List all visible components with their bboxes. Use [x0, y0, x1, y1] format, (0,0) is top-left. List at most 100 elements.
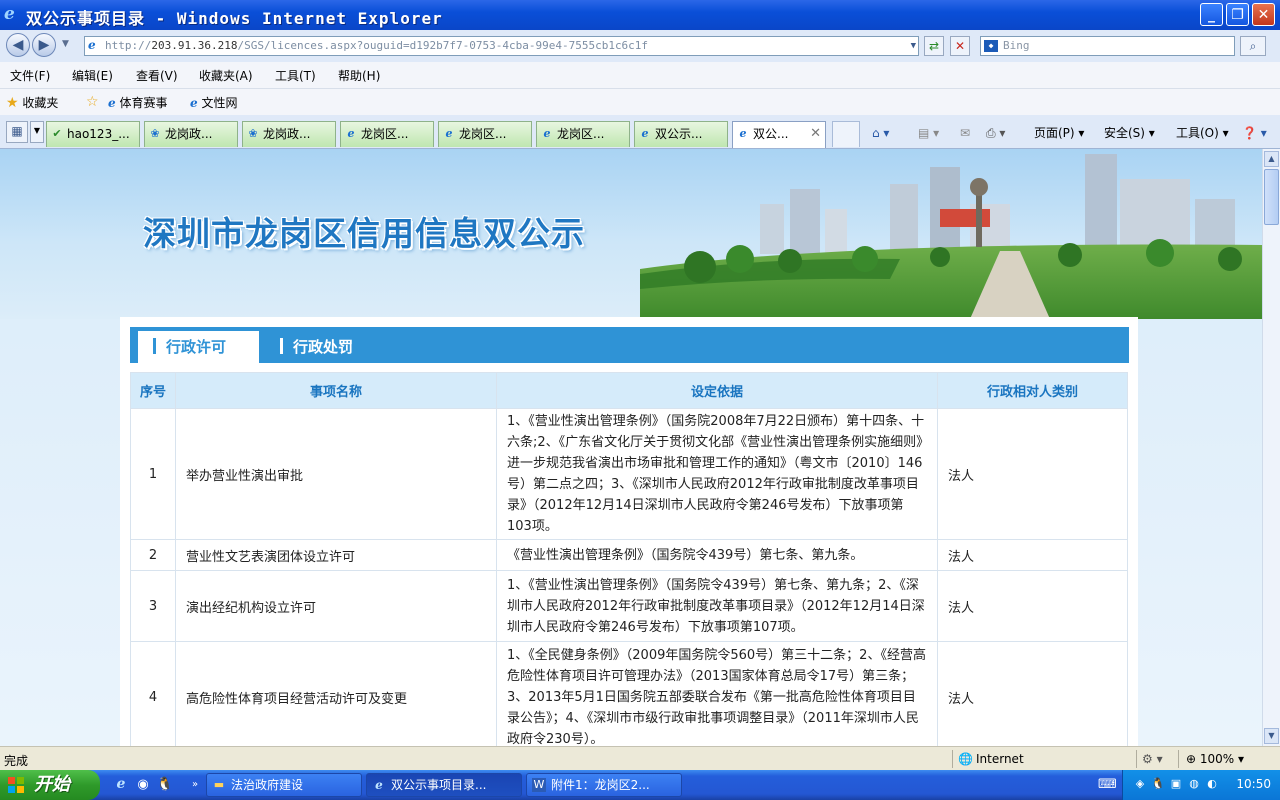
column-header-basis: 设定依据: [496, 372, 938, 409]
column-header-name: 事项名称: [175, 372, 497, 409]
print-icon[interactable]: ⎙ ▾: [986, 121, 1005, 145]
menu-tools[interactable]: 工具(T): [275, 67, 316, 84]
favorite-link-wenxing[interactable]: e 文性网: [190, 94, 237, 111]
tab-administrative-penalty[interactable]: 行政处罚: [280, 331, 353, 363]
item-name[interactable]: 营业性文艺表演团体设立许可: [175, 539, 497, 571]
favorites-bar: ★ 收藏夹 ☆ e 体育赛事 e 文性网: [0, 89, 1280, 115]
search-input[interactable]: ◆ Bing: [980, 36, 1235, 56]
site-icon: ❀: [150, 127, 160, 140]
word-icon: W: [532, 778, 546, 792]
minimize-button[interactable]: _: [1200, 3, 1223, 26]
home-icon[interactable]: ⌂ ▾: [872, 121, 889, 145]
new-tab-button[interactable]: [832, 121, 860, 147]
menu-help[interactable]: 帮助(H): [338, 67, 380, 84]
folder-icon: ▬: [213, 778, 225, 791]
quicklaunch-more-icon[interactable]: »: [186, 776, 204, 794]
task-button[interactable]: ▬ 法治政府建设: [206, 773, 362, 797]
party-type: 法人: [937, 539, 1128, 571]
mail-icon[interactable]: ✉: [960, 121, 970, 145]
favorite-link-sports[interactable]: e 体育赛事: [108, 94, 167, 111]
tray-volume-icon[interactable]: ◐: [1205, 777, 1219, 791]
browser-tab[interactable]: e 龙岗区...: [340, 121, 434, 147]
clock: 10:50: [1236, 777, 1271, 791]
close-tab-icon[interactable]: ✕: [810, 122, 821, 146]
close-window-button[interactable]: ✕: [1252, 3, 1275, 26]
category-tab-bar: 行政许可 行政处罚: [130, 327, 1129, 363]
quicklaunch-qq-icon[interactable]: 🐧: [156, 776, 174, 794]
safety-menu-button[interactable]: 安全(S) ▾: [1104, 121, 1155, 145]
windows-logo-icon: [8, 777, 24, 793]
security-zone: Internet: [976, 752, 1024, 766]
scroll-down-icon[interactable]: ▼: [1264, 728, 1279, 744]
site-title: 深圳市龙岗区信用信息双公示: [143, 214, 585, 253]
maximize-button[interactable]: ❐: [1226, 3, 1249, 26]
bing-icon: ◆: [984, 40, 998, 52]
browser-tab[interactable]: ✔ hao123_...: [46, 121, 140, 147]
url-dropdown-icon[interactable]: ▼: [911, 37, 916, 55]
table-row: 1 举办营业性演出审批 1、《营业性演出管理条例》（国务院2008年7月22日颁…: [130, 408, 1128, 540]
task-button-active[interactable]: e 双公示事项目录...: [366, 773, 522, 797]
item-basis: 《营业性演出管理条例》（国务院令439号）第七条、第九条。: [496, 539, 938, 571]
city-skyline-image: [640, 154, 1262, 319]
quicklaunch-ie-icon[interactable]: e: [112, 776, 130, 794]
tools-menu-button[interactable]: 工具(O) ▾: [1176, 121, 1229, 145]
page-icon: e: [108, 96, 116, 110]
item-name[interactable]: 举办营业性演出审批: [175, 408, 497, 540]
protected-mode-icon[interactable]: ⚙ ▾: [1142, 752, 1163, 766]
browser-tab[interactable]: ❀ 龙岗政...: [144, 121, 238, 147]
tray-network-icon[interactable]: ▣: [1169, 777, 1183, 791]
item-basis: 1、《全民健身条例》（2009年国务院令560号）第三十二条；2、《经营高危险性…: [496, 641, 938, 746]
page-icon: e: [543, 127, 551, 140]
browser-tab[interactable]: e 龙岗区...: [536, 121, 630, 147]
quick-tabs-icon: ▦: [11, 124, 23, 138]
url-input[interactable]: e http://203.91.36.218/SGS/licences.aspx…: [84, 36, 919, 56]
add-favorite-icon[interactable]: ☆: [86, 94, 99, 110]
tab-list-button[interactable]: ▼: [30, 121, 44, 143]
chevron-down-icon: ▼: [33, 126, 41, 135]
browser-tab[interactable]: e 双公示...: [634, 121, 728, 147]
task-button[interactable]: W 附件1：龙岗区2...: [526, 773, 682, 797]
menu-favorites[interactable]: 收藏夹(A): [199, 67, 253, 84]
window-title: 双公示事项目录 - Windows Internet Explorer: [26, 9, 443, 28]
quicklaunch-browser-icon[interactable]: ◉: [134, 776, 152, 794]
quick-tabs-button[interactable]: ▦: [6, 121, 28, 143]
system-tray: ◈ 🐧 ▣ ◍ ◐ 10:50: [1122, 770, 1280, 800]
browser-tab-active[interactable]: e 双公... ✕: [732, 121, 826, 148]
item-basis: 1、《营业性演出管理条例》（国务院2008年7月22日颁布）第十四条、十六条;2…: [496, 408, 938, 540]
tray-app-icon[interactable]: ◈: [1133, 777, 1147, 791]
forward-arrow-icon: ▶: [38, 37, 50, 53]
history-dropdown-icon[interactable]: ▼: [62, 39, 69, 49]
tray-qq-icon[interactable]: 🐧: [1151, 777, 1165, 791]
scroll-up-icon[interactable]: ▲: [1264, 151, 1279, 167]
refresh-button[interactable]: ⇄: [924, 36, 944, 56]
page-icon: e: [739, 127, 747, 140]
back-button[interactable]: ◀: [6, 33, 30, 57]
scroll-thumb[interactable]: [1264, 169, 1279, 225]
item-name[interactable]: 演出经纪机构设立许可: [175, 570, 497, 642]
vertical-scrollbar[interactable]: ▲ ▼: [1262, 149, 1280, 746]
menu-file[interactable]: 文件(F): [10, 67, 50, 84]
search-button[interactable]: ⌕: [1240, 36, 1266, 56]
tray-security-icon[interactable]: ◍: [1187, 777, 1201, 791]
page-viewport: 深圳市龙岗区信用信息双公示 行政许可 行政处罚 序号 事项名称 设定依据 行政相…: [0, 149, 1262, 746]
feeds-icon[interactable]: ▤ ▾: [918, 121, 939, 145]
zoom-control[interactable]: ⊕ 100% ▾: [1186, 752, 1244, 766]
page-icon: e: [190, 96, 198, 110]
item-name[interactable]: 高危险性体育项目经营活动许可及变更: [175, 641, 497, 746]
start-button[interactable]: 开始: [0, 770, 100, 800]
page-menu-button[interactable]: 页面(P) ▾: [1034, 121, 1084, 145]
row-number: 3: [130, 570, 176, 642]
url-host: 203.91.36.218: [151, 39, 238, 52]
forward-button[interactable]: ▶: [32, 33, 56, 57]
favorites-label: 收藏夹: [22, 96, 59, 110]
favorites-button[interactable]: ★ 收藏夹: [6, 94, 58, 111]
keyboard-icon[interactable]: ⌨: [1098, 776, 1117, 794]
browser-tab[interactable]: e 龙岗区...: [438, 121, 532, 147]
menu-edit[interactable]: 编辑(E): [72, 67, 113, 84]
tab-administrative-license[interactable]: 行政许可: [138, 331, 259, 363]
browser-tab[interactable]: ❀ 龙岗政...: [242, 121, 336, 147]
help-icon[interactable]: ❓ ▾: [1242, 121, 1267, 145]
menu-view[interactable]: 查看(V): [136, 67, 178, 84]
stop-button[interactable]: ✕: [950, 36, 970, 56]
url-path: /SGS/licences.aspx?ouguid=d192b7f7-0753-…: [237, 39, 649, 52]
